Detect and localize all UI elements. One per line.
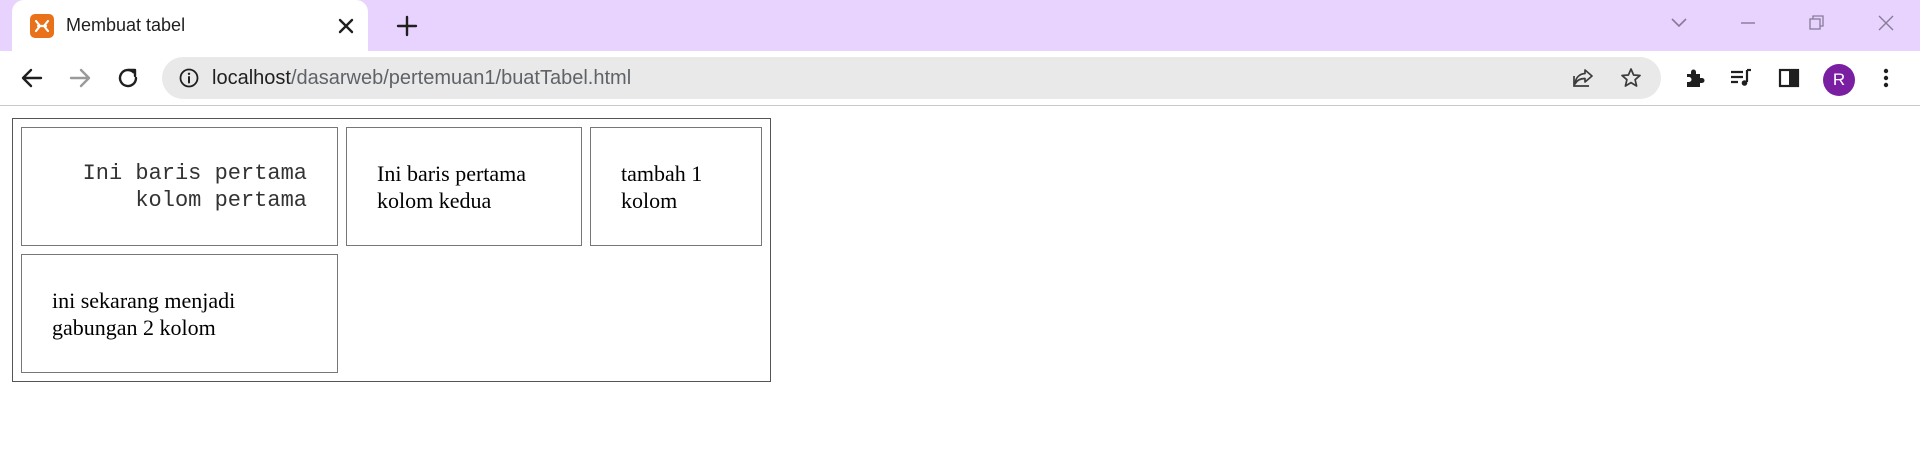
url-host: localhost [212, 67, 291, 89]
cell-text-line: gabungan 2 kolom [52, 314, 216, 340]
reload-icon[interactable] [114, 64, 142, 92]
demo-table: Ini baris pertama kolom pertama Ini bari… [12, 118, 771, 382]
table-cell: Ini baris pertama kolom kedua [346, 127, 582, 246]
more-menu-icon[interactable] [1873, 65, 1899, 91]
cell-text-line: ini sekarang menjadi [52, 287, 236, 313]
site-info-icon[interactable] [178, 67, 200, 89]
profile-avatar[interactable]: R [1823, 64, 1855, 96]
cell-text-line: kolom pertama [135, 187, 307, 213]
address-bar[interactable]: localhost/dasarweb/pertemuan1/buatTabel.… [162, 57, 1661, 99]
minimize-icon[interactable] [1733, 10, 1763, 36]
cell-text-line: Ini baris pertama [377, 160, 527, 186]
url-path: /dasarweb/pertemuan1/buatTabel.html [290, 67, 632, 89]
table-row: Ini baris pertama kolom pertama Ini bari… [21, 127, 762, 246]
browser-toolbar: localhost/dasarweb/pertemuan1/buatTabel.… [0, 51, 1920, 106]
cell-text-line: kolom kedua [377, 187, 492, 213]
extensions-icon[interactable] [1682, 65, 1708, 91]
bookmark-star-icon[interactable] [1619, 66, 1643, 90]
side-panel-icon[interactable] [1776, 65, 1802, 91]
browser-tab[interactable]: Membuat tabel [12, 0, 368, 51]
forward-arrow-icon[interactable] [66, 64, 94, 92]
xampp-favicon-icon [30, 14, 54, 38]
tab-title: Membuat tabel [66, 15, 186, 35]
url-text: localhost/dasarweb/pertemuan1/buatTabel.… [212, 67, 631, 89]
restore-icon[interactable] [1801, 10, 1831, 36]
tab-strip: Membuat tabel [0, 0, 1920, 51]
table-cell-merged: ini sekarang menjadi gabungan 2 kolom [21, 254, 338, 373]
tab-search-chevron-icon[interactable] [1664, 10, 1694, 36]
media-queue-icon[interactable] [1728, 65, 1754, 91]
close-window-icon[interactable] [1871, 10, 1901, 36]
new-tab-icon[interactable] [393, 12, 421, 40]
back-arrow-icon[interactable] [18, 64, 46, 92]
table-row: ini sekarang menjadi gabungan 2 kolom [21, 254, 762, 373]
cell-text-line: Ini baris pertama [82, 160, 307, 186]
cell-text-line: tambah 1 [621, 160, 703, 186]
table-cell: Ini baris pertama kolom pertama [21, 127, 338, 246]
table-cell: tambah 1 kolom [590, 127, 762, 246]
cell-text-line: kolom [621, 187, 678, 213]
tab-close-icon[interactable] [334, 14, 358, 38]
share-icon[interactable] [1571, 66, 1595, 90]
page-content: Ini baris pertama kolom pertama Ini bari… [0, 106, 1920, 466]
